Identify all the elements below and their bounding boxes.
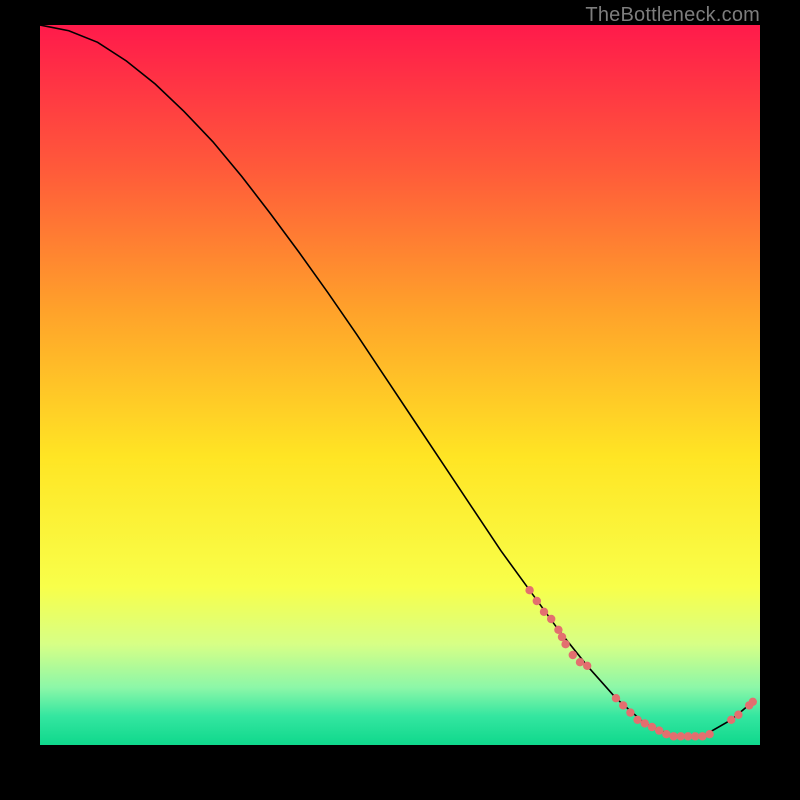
curve-marker	[691, 732, 699, 740]
curve-marker	[684, 732, 692, 740]
curve-marker	[569, 651, 577, 659]
watermark-text: TheBottleneck.com	[585, 4, 760, 27]
curve-marker	[677, 732, 685, 740]
curve-marker	[648, 723, 656, 731]
plot-area	[40, 25, 760, 745]
curve-marker	[561, 640, 569, 648]
curve-marker	[525, 586, 533, 594]
curve-marker	[669, 732, 677, 740]
chart-stage: TheBottleneck.com	[0, 0, 800, 800]
curve-marker	[633, 716, 641, 724]
curve-marker	[662, 730, 670, 738]
curve-marker	[698, 732, 706, 740]
curve-marker	[554, 626, 562, 634]
curve-marker	[576, 658, 584, 666]
curve-marker	[533, 597, 541, 605]
curve-marker	[619, 701, 627, 709]
curve-marker	[749, 698, 757, 706]
curve-marker	[705, 730, 713, 738]
curve-marker	[655, 726, 663, 734]
gradient-background	[40, 25, 760, 745]
chart-svg	[40, 25, 760, 745]
curve-marker	[734, 711, 742, 719]
curve-marker	[626, 708, 634, 716]
curve-marker	[612, 694, 620, 702]
curve-marker	[558, 633, 566, 641]
curve-marker	[547, 615, 555, 623]
curve-marker	[641, 719, 649, 727]
curve-marker	[540, 608, 548, 616]
curve-marker	[727, 716, 735, 724]
curve-marker	[583, 662, 591, 670]
